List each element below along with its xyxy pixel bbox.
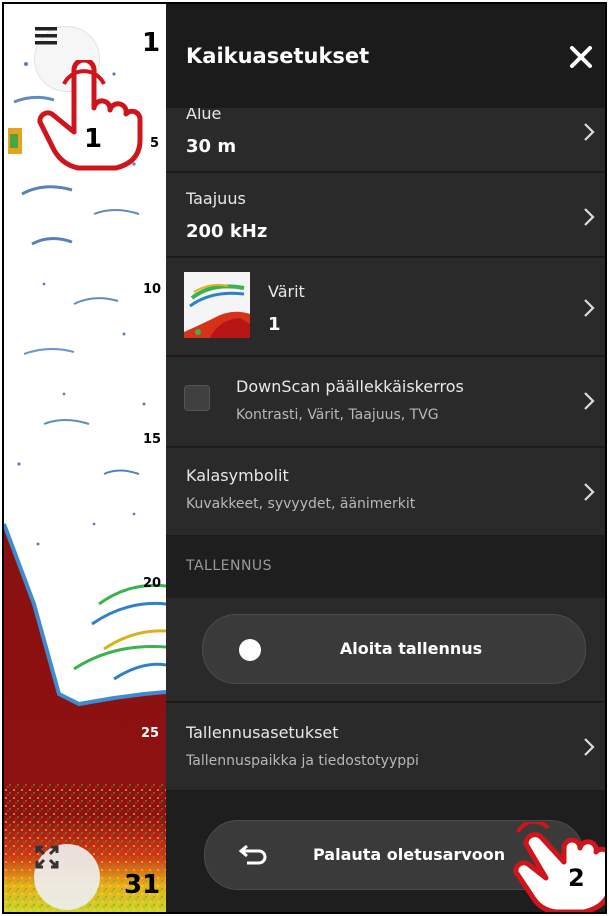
reset-defaults-label: Palauta oletusarvoon xyxy=(313,845,506,864)
section-label-recording: TALLENNUS xyxy=(186,558,273,574)
depth-mark-5: 5 xyxy=(150,136,160,151)
chevron-right-icon xyxy=(584,392,595,410)
chevron-right-icon xyxy=(584,738,595,756)
start-recording-button[interactable]: Aloita tallennus xyxy=(202,614,586,684)
setting-fish-symbols-row[interactable]: Kalasymbolit Kuvakkeet, syvyydet, äänime… xyxy=(166,448,605,536)
start-recording-label: Aloita tallennus xyxy=(339,639,483,658)
depth-mark-25: 25 xyxy=(141,726,160,741)
undo-icon xyxy=(239,845,267,865)
recording-settings-label: Tallennusasetukset xyxy=(186,723,339,742)
color-palette-thumbnail xyxy=(184,272,250,338)
panel-title: Kaikuasetukset xyxy=(186,44,370,68)
setting-colors-value: 1 xyxy=(268,314,281,335)
setting-range-value: 30 m xyxy=(186,136,237,157)
setting-frequency-label: Taajuus xyxy=(186,189,246,208)
setting-frequency-row[interactable]: Taajuus 200 kHz xyxy=(166,173,605,257)
depth-mark-15: 15 xyxy=(143,432,162,447)
sonar-settings-panel: Kaikuasetukset Alue 30 m Taajuus 200 kHz xyxy=(166,4,605,912)
callout-number-2: 2 xyxy=(568,864,585,892)
panel-header: Kaikuasetukset xyxy=(166,4,605,108)
chevron-right-icon xyxy=(584,123,595,141)
setting-downscan-row[interactable]: DownScan päällekkäiskerros Kontrasti, Vä… xyxy=(166,357,605,447)
depth-mark-20: 20 xyxy=(143,576,162,591)
hamburger-icon xyxy=(35,27,57,45)
setting-downscan-sub: Kontrasti, Värit, Taajuus, TVG xyxy=(236,407,439,423)
setting-fish-symbols-label: Kalasymbolit xyxy=(186,466,289,485)
setting-colors-row[interactable]: Värit 1 xyxy=(166,258,605,356)
chevron-right-icon xyxy=(584,483,595,501)
chevron-right-icon xyxy=(584,208,595,226)
callout-hand-2: 2 xyxy=(512,819,605,912)
setting-downscan-label: DownScan päällekkäiskerros xyxy=(236,377,464,396)
downscan-checkbox[interactable] xyxy=(184,385,210,411)
callout-hand-1: 1 xyxy=(34,57,144,176)
recording-settings-row[interactable]: Tallennusasetukset Tallennuspaikka ja ti… xyxy=(166,703,605,791)
setting-frequency-value: 200 kHz xyxy=(186,221,268,242)
close-icon xyxy=(570,46,592,68)
close-button[interactable] xyxy=(564,40,598,74)
fullscreen-button[interactable] xyxy=(34,844,100,910)
depth-bottom-label: 31 xyxy=(124,870,161,900)
pointing-hand-icon xyxy=(513,819,605,912)
setting-range-row[interactable]: Alue 30 m xyxy=(166,108,605,172)
screenshot-frame: 1 5 10 15 20 25 31 Kaikuasetukset Alue 3… xyxy=(2,2,607,914)
chevron-right-icon xyxy=(584,299,595,317)
setting-fish-symbols-sub: Kuvakkeet, syvyydet, äänimerkit xyxy=(186,496,416,512)
depth-top-label: 1 xyxy=(142,28,161,58)
setting-colors-label: Värit xyxy=(268,282,305,301)
pointing-hand-icon xyxy=(37,57,143,171)
depth-mark-10: 10 xyxy=(143,282,162,297)
setting-range-label: Alue xyxy=(186,108,222,123)
recording-settings-sub: Tallennuspaikka ja tiedostotyyppi xyxy=(186,753,419,769)
expand-icon xyxy=(35,845,59,869)
callout-number-1: 1 xyxy=(84,124,103,154)
recording-start-row: Aloita tallennus xyxy=(166,598,605,702)
